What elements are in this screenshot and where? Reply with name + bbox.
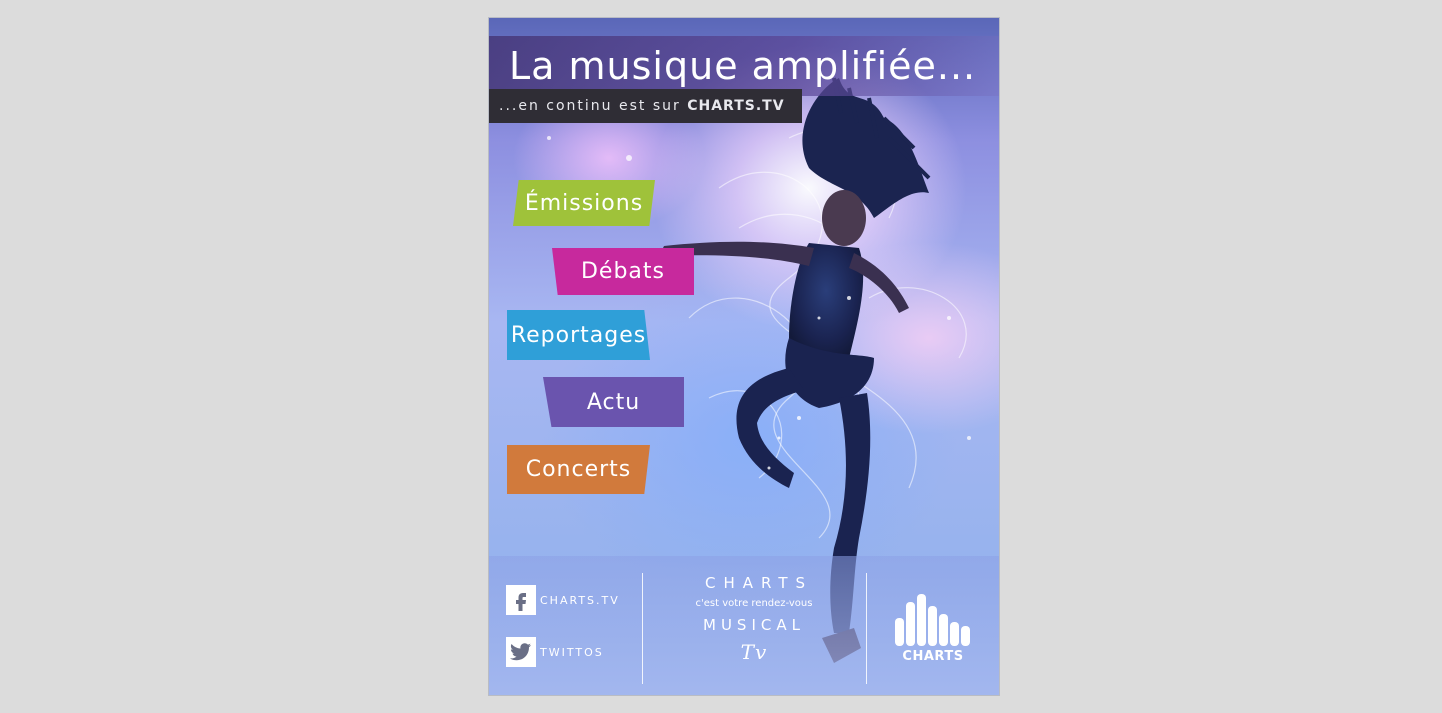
subtitle-text: ...en continu est sur (499, 98, 688, 114)
tag-reportages: Reportages (507, 310, 650, 360)
tag-emissions: Émissions (513, 180, 655, 226)
logo-text: CHARTS (902, 649, 963, 664)
facebook-icon (506, 585, 536, 615)
twitter-label: TWITTOS (540, 645, 604, 659)
facebook-label: CHARTS.TV (540, 593, 620, 607)
poster: La musique amplifiée... ...en continu es… (489, 18, 999, 695)
tag-debats: Débats (552, 248, 694, 295)
brand-tagline: c'est votre rendez-vous (695, 598, 813, 609)
charts-logo: CHARTS (895, 594, 970, 664)
footer-divider (642, 573, 643, 684)
facebook-link[interactable]: CHARTS.TV (506, 585, 620, 615)
brand-block: CHARTS c'est votre rendez-vous MUSICAL T… (649, 574, 859, 664)
footer-divider (866, 573, 867, 684)
brand-name: CHARTS (704, 574, 814, 592)
poster-title: La musique amplifiée... (509, 44, 977, 88)
subtitle-brand: CHARTS.TV (687, 98, 785, 114)
tag-actu: Actu (543, 377, 684, 427)
twitter-bird-icon (506, 637, 536, 667)
poster-subtitle: ...en continu est sur CHARTS.TV (499, 98, 785, 114)
twitter-link[interactable]: TWITTOS (506, 637, 604, 667)
brand-musical: MUSICAL (703, 616, 805, 634)
tag-concerts: Concerts (507, 445, 650, 494)
brand-tv: Tv (740, 640, 768, 664)
